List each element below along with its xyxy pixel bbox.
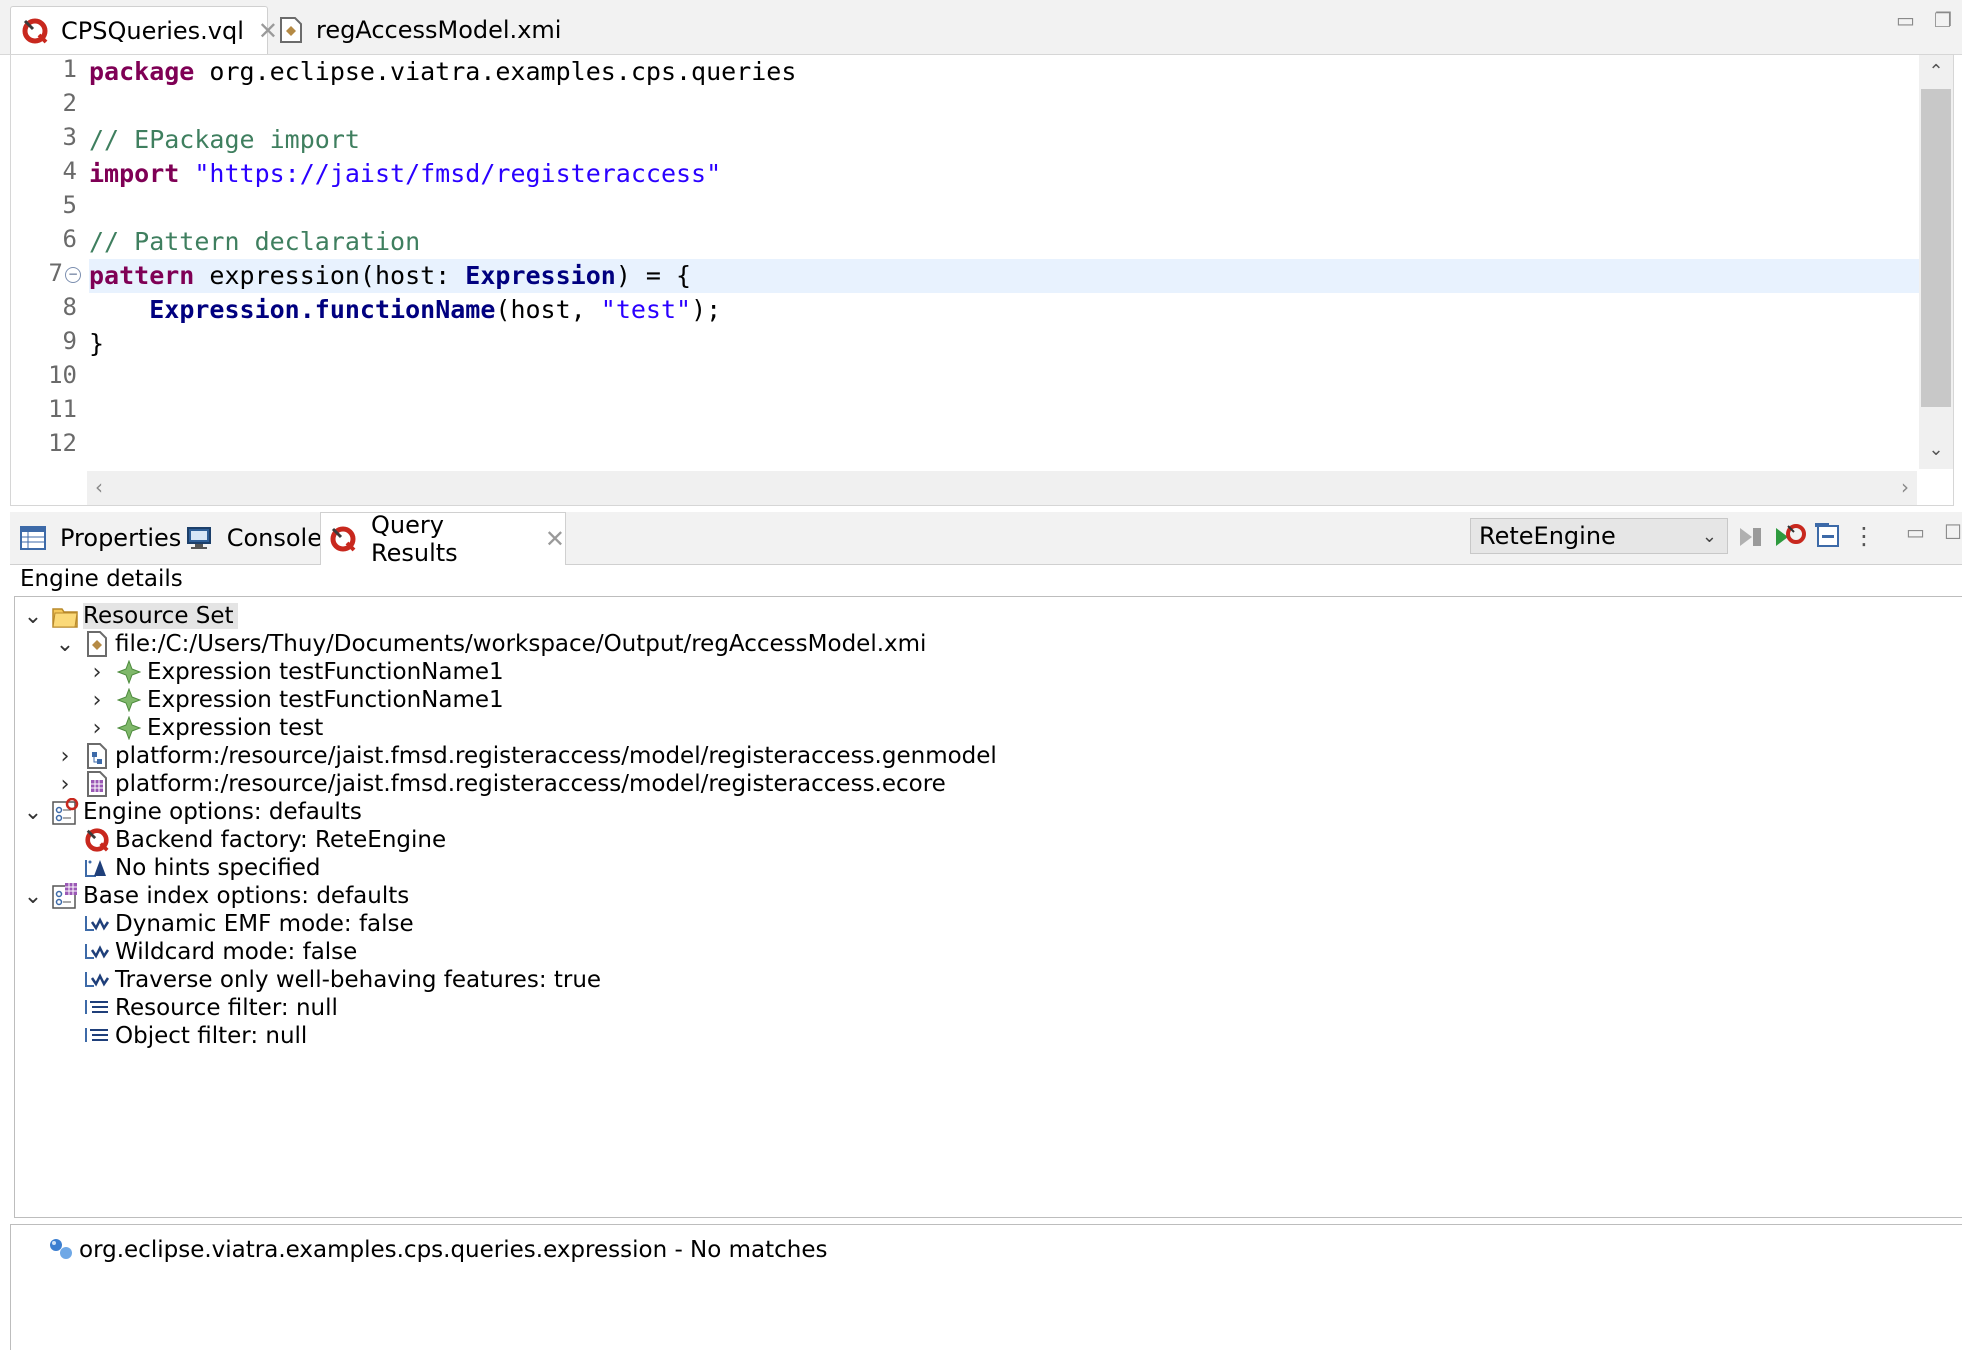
tab-label: CPSQueries.vql: [61, 17, 244, 45]
base-index-icon: [51, 882, 79, 910]
ecore-icon: [83, 770, 111, 798]
tab-regaccessmodel-xmi[interactable]: regAccessModel.xmi: [278, 6, 561, 54]
chevron-down-icon: ⌄: [1701, 525, 1717, 547]
close-icon[interactable]: ✕: [258, 17, 278, 45]
line-number: 6: [62, 225, 77, 253]
tab-cpsqueries-vql[interactable]: CPSQueries.vql ✕: [10, 6, 278, 55]
vertical-scrollbar[interactable]: ⌃ ⌄: [1919, 55, 1953, 469]
scroll-thumb[interactable]: [1921, 89, 1951, 407]
query-pattern-icon: [47, 1236, 75, 1264]
code-line-8: Expression.functionName(host, "test");: [149, 295, 722, 324]
setting-value-icon: [83, 938, 111, 966]
filter-list-icon: [83, 994, 111, 1022]
code-line-6: // Pattern declaration: [89, 227, 421, 256]
load-query-icon[interactable]: [1774, 522, 1806, 552]
code-line-9: }: [89, 329, 105, 358]
query-results-list[interactable]: org.eclipse.viatra.examples.cps.queries.…: [10, 1224, 1962, 1350]
line-number: 8: [62, 293, 77, 321]
chevron-down-icon[interactable]: ⌄: [21, 800, 45, 825]
code-line-4: import "https://jaist/fmsd/registeracces…: [89, 159, 722, 188]
chevron-right-icon[interactable]: ›: [85, 716, 109, 741]
line-number: 3: [62, 123, 77, 151]
eobject-icon: [115, 658, 143, 686]
run-all-icon[interactable]: [1736, 522, 1766, 552]
restore-icon[interactable]: ❐: [1934, 8, 1952, 32]
genmodel-icon: [83, 742, 111, 770]
tab-console[interactable]: Console: [186, 512, 322, 564]
code-editor[interactable]: 1 2 3 4 5 6 7 8 9 10 11 12 − package org…: [10, 54, 1954, 506]
scroll-up-icon[interactable]: ⌃: [1919, 61, 1953, 82]
view-menu-icon[interactable]: ⋮: [1852, 522, 1882, 552]
tab-label: regAccessModel.xmi: [316, 16, 562, 44]
line-number: 4: [62, 157, 77, 185]
tab-query-results[interactable]: Query Results ✕: [320, 511, 566, 567]
chevron-down-icon[interactable]: ⌄: [21, 884, 45, 909]
collapse-fold-icon[interactable]: −: [65, 267, 81, 283]
line-number: 10: [48, 361, 77, 389]
close-icon[interactable]: ✕: [545, 525, 565, 553]
engine-options-icon: [51, 798, 79, 826]
line-number: 2: [62, 89, 77, 117]
chevron-right-icon[interactable]: ›: [53, 772, 77, 797]
folder-icon: [51, 602, 79, 630]
hint-icon: [83, 854, 111, 882]
chevron-down-icon[interactable]: ⌄: [53, 632, 77, 657]
viatra-query-icon: [21, 17, 49, 45]
line-number: 5: [62, 191, 77, 219]
line-number: 9: [62, 327, 77, 355]
viatra-query-icon: [83, 826, 111, 854]
code-text-area[interactable]: package org.eclipse.viatra.examples.cps.…: [89, 55, 1919, 469]
tree-item-object-filter[interactable]: Object filter: null: [83, 1019, 307, 1053]
setting-value-icon: [83, 910, 111, 938]
xmi-model-icon: [83, 630, 111, 658]
setting-value-icon: [83, 966, 111, 994]
maximize-icon[interactable]: ☐: [1944, 520, 1962, 544]
xmi-model-icon: [278, 16, 304, 44]
editor-tab-bar: CPSQueries.vql ✕ regAccessModel.xmi ▭ ❐: [0, 0, 1962, 55]
minimize-icon[interactable]: ▭: [1906, 520, 1925, 544]
engine-details-label: Engine details: [20, 566, 183, 592]
eobject-icon: [115, 686, 143, 714]
filter-list-icon: [83, 1022, 111, 1050]
viatra-query-icon: [329, 525, 357, 553]
code-line-1: package org.eclipse.viatra.examples.cps.…: [89, 57, 797, 86]
code-line-7: pattern expression(host: Expression) = {: [89, 261, 692, 290]
minimize-icon[interactable]: ▭: [1896, 8, 1915, 32]
line-number-gutter: 1 2 3 4 5 6 7 8 9 10 11 12 −: [11, 55, 81, 469]
chevron-right-icon[interactable]: ›: [85, 688, 109, 713]
scroll-left-icon[interactable]: ‹: [95, 475, 103, 499]
eobject-icon: [115, 714, 143, 742]
collapse-all-icon[interactable]: [1814, 522, 1844, 552]
line-number: 1: [62, 55, 77, 83]
code-line-3: // EPackage import: [89, 125, 360, 154]
chevron-down-icon[interactable]: ⌄: [21, 604, 45, 629]
query-result-item[interactable]: org.eclipse.viatra.examples.cps.queries.…: [47, 1233, 828, 1267]
scroll-down-icon[interactable]: ⌄: [1919, 439, 1953, 460]
view-tab-bar: Properties Console Query Results ✕ ReteE…: [10, 511, 1962, 567]
console-monitor-icon: [186, 524, 213, 552]
horizontal-scrollbar[interactable]: ‹ ›: [87, 471, 1917, 505]
properties-table-icon: [20, 524, 46, 552]
line-number: 12: [48, 429, 77, 457]
chevron-right-icon[interactable]: ›: [85, 660, 109, 685]
scroll-right-icon[interactable]: ›: [1901, 475, 1909, 499]
line-number: 7: [48, 259, 63, 287]
line-number: 11: [48, 395, 77, 423]
engine-details-tree[interactable]: ⌄ Resource Set ⌄ file:/C:/Users/Thuy/Doc…: [14, 596, 1962, 1218]
engine-select[interactable]: ReteEngine ⌄: [1470, 518, 1728, 554]
chevron-right-icon[interactable]: ›: [53, 744, 77, 769]
tab-properties[interactable]: Properties: [20, 512, 181, 564]
